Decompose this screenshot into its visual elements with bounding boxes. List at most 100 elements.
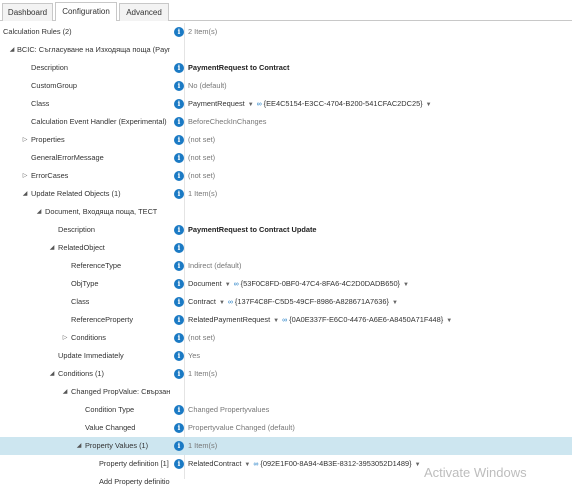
property-row[interactable]: Calculation Event Handler (Experimental)…: [0, 113, 572, 131]
property-value[interactable]: 1 Item(s): [188, 185, 217, 203]
property-value[interactable]: RelatedContract ▼ ∞ {092E1F00-8A94-4B3E-831…: [188, 455, 424, 473]
dropdown-icon[interactable]: ▼: [415, 462, 421, 468]
collapse-triangle-icon[interactable]: ◢: [75, 437, 83, 455]
info-icon[interactable]: i: [174, 243, 184, 253]
collapse-triangle-icon[interactable]: ◢: [48, 365, 56, 383]
property-value[interactable]: Yes: [188, 347, 200, 365]
info-icon[interactable]: i: [174, 351, 184, 361]
property-row[interactable]: Calculation Rules (2) i 2 Item(s): [0, 23, 572, 41]
property-value[interactable]: (not set): [188, 329, 215, 347]
tab-dashboard[interactable]: Dashboard: [2, 3, 53, 21]
property-value[interactable]: BeforeCheckInChanges: [188, 113, 266, 131]
property-row[interactable]: ▷ Conditions i (not set): [0, 329, 572, 347]
info-icon[interactable]: i: [174, 117, 184, 127]
property-value[interactable]: Contract ▼ ∞ {137F4C8F-C5D5-49CF-8986-A8286…: [188, 293, 401, 311]
property-row[interactable]: ▷ ErrorCases i (not set): [0, 167, 572, 185]
info-icon[interactable]: i: [174, 441, 184, 451]
dropdown-icon[interactable]: ▼: [248, 102, 254, 108]
property-label: Class: [71, 297, 90, 306]
property-value[interactable]: Indirect (default): [188, 257, 241, 275]
info-icon[interactable]: i: [174, 63, 184, 73]
info-icon[interactable]: i: [174, 171, 184, 181]
dropdown-icon[interactable]: ▼: [403, 282, 409, 288]
collapse-triangle-icon[interactable]: ◢: [48, 239, 56, 257]
dropdown-icon[interactable]: ▼: [244, 462, 250, 468]
property-row[interactable]: Description i PaymentRequest to Contract: [0, 59, 572, 77]
property-value[interactable]: Changed Propertyvalues: [188, 401, 269, 419]
dropdown-icon[interactable]: ▼: [426, 102, 432, 108]
property-value[interactable]: (not set): [188, 131, 215, 149]
property-row[interactable]: Class i Contract ▼ ∞ {137F4C8F-C5D5-49CF-8986…: [0, 293, 572, 311]
info-icon[interactable]: i: [174, 261, 184, 271]
property-row[interactable]: ◢ Update Related Objects (1) i 1 Item(s): [0, 185, 572, 203]
property-row[interactable]: ReferenceProperty i RelatedPaymentRequest ▼…: [0, 311, 572, 329]
tab-advanced[interactable]: Advanced: [119, 3, 169, 21]
collapse-triangle-icon[interactable]: ◢: [61, 383, 69, 401]
expand-triangle-icon[interactable]: ▷: [61, 329, 69, 347]
info-icon[interactable]: i: [174, 135, 184, 145]
property-row[interactable]: Class i PaymentRequest ▼ ∞ {EE4C5154-E3CC-470…: [0, 95, 572, 113]
guid-value: {EE4C5154-E3CC-4704-B200-541CFAC2DC25}: [263, 99, 423, 108]
tab-bar: Dashboard Configuration Advanced: [0, 0, 572, 21]
dropdown-icon[interactable]: ▼: [273, 318, 279, 324]
link-icon[interactable]: ∞: [253, 461, 258, 468]
info-icon[interactable]: i: [174, 333, 184, 343]
link-icon[interactable]: ∞: [228, 299, 233, 306]
property-row[interactable]: ◢ Property Values (1) i 1 Item(s): [0, 437, 572, 455]
property-label: Calculation Rules (2): [3, 27, 72, 36]
property-row[interactable]: GeneralErrorMessage i (not set): [0, 149, 572, 167]
expand-triangle-icon[interactable]: ▷: [21, 167, 29, 185]
info-icon[interactable]: i: [174, 27, 184, 37]
info-icon[interactable]: i: [174, 315, 184, 325]
property-value[interactable]: Document ▼ ∞ {53F0C8FD-0BF0-47C4-8FA6-4C2D0…: [188, 275, 412, 293]
property-row[interactable]: CustomGroup i No (default): [0, 77, 572, 95]
property-value[interactable]: (not set): [188, 149, 215, 167]
property-row[interactable]: Condition Type i Changed Propertyvalues: [0, 401, 572, 419]
property-row[interactable]: ◢Changed PropValue: Свързан с...: [0, 383, 572, 401]
collapse-triangle-icon[interactable]: ◢: [8, 41, 16, 59]
property-value[interactable]: 1 Item(s): [188, 365, 217, 383]
property-row[interactable]: ReferenceType i Indirect (default): [0, 257, 572, 275]
property-value[interactable]: 2 Item(s): [188, 23, 217, 41]
dropdown-icon[interactable]: ▼: [392, 300, 398, 306]
tab-configuration[interactable]: Configuration: [55, 2, 117, 21]
info-icon[interactable]: i: [174, 81, 184, 91]
info-icon[interactable]: i: [174, 297, 184, 307]
dropdown-icon[interactable]: ▼: [446, 318, 452, 324]
property-row[interactable]: ◢ RelatedObject i: [0, 239, 572, 257]
collapse-triangle-icon[interactable]: ◢: [35, 203, 43, 221]
property-row[interactable]: ObjType i Document ▼ ∞ {53F0C8FD-0BF0-47C4-8F…: [0, 275, 572, 293]
info-icon[interactable]: i: [174, 153, 184, 163]
property-value[interactable]: RelatedPaymentRequest ▼ ∞ {0A0E337F-E6C0-44…: [188, 311, 455, 329]
property-value[interactable]: No (default): [188, 77, 227, 95]
property-row[interactable]: Description i PaymentRequest to Contract U…: [0, 221, 572, 239]
info-icon[interactable]: i: [174, 405, 184, 415]
dropdown-icon[interactable]: ▼: [219, 300, 225, 306]
property-value[interactable]: PaymentRequest to Contract Update: [188, 221, 317, 239]
property-value[interactable]: PaymentRequest ▼ ∞ {EE4C5154-E3CC-4704-B200…: [188, 95, 435, 113]
info-icon[interactable]: i: [174, 189, 184, 199]
info-icon[interactable]: i: [174, 99, 184, 109]
info-icon[interactable]: i: [174, 369, 184, 379]
property-value[interactable]: (not set): [188, 167, 215, 185]
property-row[interactable]: ◢ BCIC: Съгласуване на Изходяща поща (Pay…: [0, 41, 572, 59]
info-icon[interactable]: i: [174, 423, 184, 433]
collapse-triangle-icon[interactable]: ◢: [21, 185, 29, 203]
property-value[interactable]: PaymentRequest to Contract: [188, 59, 289, 77]
property-value[interactable]: Propertyvalue Changed (default): [188, 419, 295, 437]
property-row[interactable]: ◢ Document, Входяща поща, ТЕСТ: [0, 203, 572, 221]
property-label: Property Values (1): [85, 441, 149, 450]
info-icon[interactable]: i: [174, 225, 184, 235]
property-row[interactable]: ◢ Conditions (1) i 1 Item(s): [0, 365, 572, 383]
property-row[interactable]: Update Immediately i Yes: [0, 347, 572, 365]
property-row[interactable]: Value Changed i Propertyvalue Changed (def…: [0, 419, 572, 437]
property-row[interactable]: ▷ Properties i (not set): [0, 131, 572, 149]
info-icon[interactable]: i: [174, 279, 184, 289]
link-icon[interactable]: ∞: [257, 101, 262, 108]
link-icon[interactable]: ∞: [234, 281, 239, 288]
property-value[interactable]: 1 Item(s): [188, 437, 217, 455]
link-icon[interactable]: ∞: [282, 317, 287, 324]
dropdown-icon[interactable]: ▼: [225, 282, 231, 288]
info-icon[interactable]: i: [174, 459, 184, 469]
expand-triangle-icon[interactable]: ▷: [21, 131, 29, 149]
